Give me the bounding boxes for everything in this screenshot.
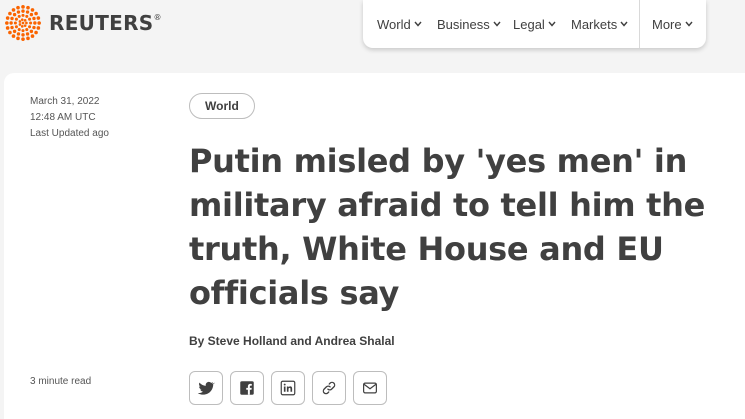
- linkedin-icon: [280, 380, 296, 396]
- nav-item-markets[interactable]: Markets: [571, 17, 628, 32]
- copy-link-button[interactable]: [312, 371, 346, 405]
- read-time: 3 minute read: [30, 376, 92, 387]
- article-last-updated: Last Updated ago: [30, 128, 109, 139]
- article-card: March 31, 2022 12:48 AM UTC Last Updated…: [4, 73, 745, 419]
- chevron-down-icon: [414, 21, 422, 27]
- nav-item-label: World: [377, 16, 411, 32]
- logo-wordmark: REUTERS®: [49, 11, 162, 35]
- nav-divider: [639, 0, 640, 48]
- nav-item-business[interactable]: Business: [437, 17, 501, 32]
- article-byline: By Steve Holland and Andrea Shalal: [189, 334, 395, 348]
- share-facebook-button[interactable]: [230, 371, 264, 405]
- nav-item-label: More: [652, 16, 682, 32]
- chevron-down-icon: [548, 21, 556, 27]
- nav-item-label: Legal: [513, 16, 545, 32]
- brand-name: REUTERS: [49, 11, 154, 35]
- email-icon: [363, 382, 377, 394]
- facebook-icon: [240, 381, 254, 395]
- nav-item-label: Markets: [571, 16, 618, 32]
- nav-item-label: Business: [437, 16, 490, 32]
- registered-mark: ®: [153, 13, 162, 22]
- reuters-logo-icon: [5, 5, 41, 41]
- article-headline: Putin misled by 'yes men' in military af…: [189, 142, 706, 312]
- top-nav: World Business Legal Markets More: [363, 0, 706, 48]
- nav-item-legal[interactable]: Legal: [513, 17, 556, 32]
- chevron-down-icon: [685, 21, 693, 27]
- nav-item-world[interactable]: World: [377, 17, 422, 32]
- section-tag-world[interactable]: World: [189, 93, 255, 119]
- share-bar: [189, 371, 387, 405]
- reuters-logo[interactable]: REUTERS®: [4, 4, 162, 42]
- share-twitter-button[interactable]: [189, 371, 223, 405]
- nav-item-more[interactable]: More: [652, 17, 693, 32]
- article-date: March 31, 2022: [30, 96, 100, 107]
- twitter-icon: [197, 381, 215, 395]
- link-icon: [322, 381, 336, 395]
- share-email-button[interactable]: [353, 371, 387, 405]
- article-time: 12:48 AM UTC: [30, 112, 96, 123]
- chevron-down-icon: [620, 21, 628, 27]
- chevron-down-icon: [493, 21, 501, 27]
- share-linkedin-button[interactable]: [271, 371, 305, 405]
